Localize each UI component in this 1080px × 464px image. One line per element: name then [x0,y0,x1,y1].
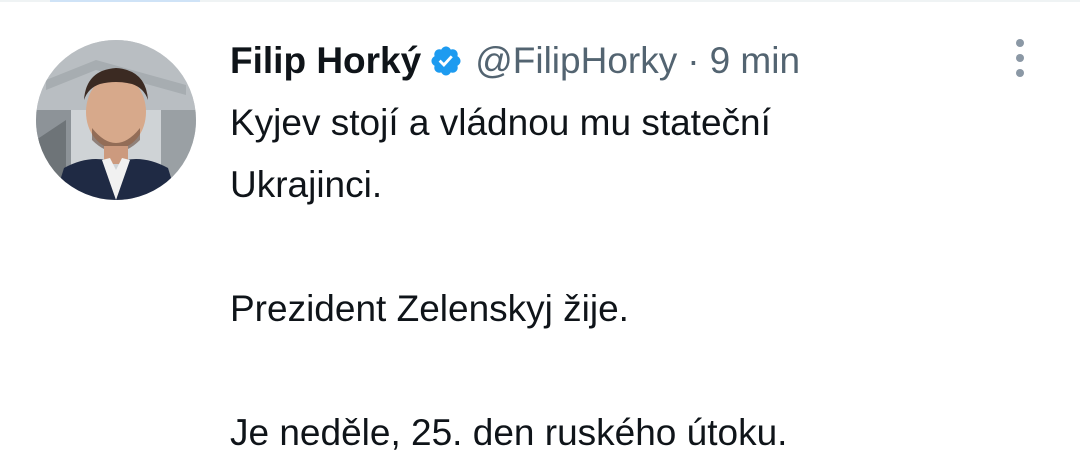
tweet-timestamp[interactable]: 9 min [710,40,800,82]
author-handle[interactable]: @FilipHorky [475,40,677,82]
verified-badge-icon [429,44,463,78]
tweet-text-line: Ukrajinci. [230,164,383,205]
more-dot [1016,69,1024,77]
more-options-icon[interactable] [1000,30,1040,86]
more-dot [1016,39,1024,47]
tweet-text-line: Kyjev stojí a vládnou mu stateční [230,102,771,143]
avatar-photo [36,40,196,200]
tweet[interactable]: Filip Horký @FilipHorky · 9 min Kyjev st… [0,0,1080,456]
tweet-text-line: Prezident Zelenskyj žije. [230,288,629,329]
avatar[interactable] [36,40,196,200]
tweet-text: Kyjev stojí a vládnou mu stateční Ukraji… [230,92,1030,464]
header-separator: · [687,40,700,81]
tweet-text-line: Je neděle, 25. den ruského útoku. [230,412,788,453]
tweet-header: Filip Horký @FilipHorky · 9 min [230,36,800,86]
author-display-name[interactable]: Filip Horký [230,40,421,82]
more-dot [1016,54,1024,62]
